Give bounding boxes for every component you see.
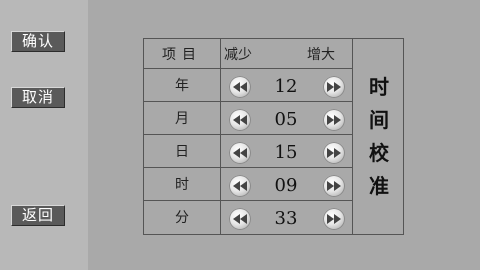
row-label-minute: 分 (175, 210, 189, 226)
rewind-icon (233, 181, 247, 191)
increase-hour-button[interactable] (323, 175, 345, 197)
title-char: 间 (369, 107, 389, 132)
row-label-year: 年 (175, 78, 189, 94)
increase-minute-button[interactable] (323, 208, 345, 230)
row-label-month: 月 (175, 111, 189, 127)
fast-forward-icon (327, 148, 341, 158)
fast-forward-icon (327, 181, 341, 191)
title-char: 准 (369, 173, 389, 198)
decrease-day-button[interactable] (229, 142, 251, 164)
title-char: 时 (369, 74, 389, 99)
decrease-year-button[interactable] (229, 76, 251, 98)
fast-forward-icon (327, 214, 341, 224)
rewind-icon (233, 214, 247, 224)
month-value: 05 (274, 109, 298, 130)
back-button[interactable]: 返回 (11, 205, 65, 226)
header-decrease: 减少 (224, 47, 252, 63)
year-value: 12 (274, 76, 298, 97)
decrease-month-button[interactable] (229, 109, 251, 131)
title-char: 校 (369, 140, 389, 165)
day-value: 15 (274, 142, 298, 163)
increase-year-button[interactable] (323, 76, 345, 98)
cancel-button[interactable]: 取消 (11, 87, 65, 108)
increase-day-button[interactable] (323, 142, 345, 164)
row-label-hour: 时 (175, 177, 189, 193)
decrease-hour-button[interactable] (229, 175, 251, 197)
time-calibration-table: 项目 减少 增大 年 12 月 05 日 15 时 09 分 33 时 间 校 … (143, 38, 404, 235)
confirm-button[interactable]: 确认 (11, 31, 65, 52)
header-increase: 增大 (307, 47, 335, 63)
fast-forward-icon (327, 82, 341, 92)
rewind-icon (233, 115, 247, 125)
header-item: 项目 (162, 47, 202, 63)
fast-forward-icon (327, 115, 341, 125)
minute-value: 33 (274, 208, 298, 229)
rewind-icon (233, 82, 247, 92)
page-title: 时 间 校 准 (353, 39, 405, 234)
increase-month-button[interactable] (323, 109, 345, 131)
hour-value: 09 (274, 175, 298, 196)
row-label-day: 日 (175, 144, 189, 160)
decrease-minute-button[interactable] (229, 208, 251, 230)
rewind-icon (233, 148, 247, 158)
column-divider (220, 39, 221, 234)
